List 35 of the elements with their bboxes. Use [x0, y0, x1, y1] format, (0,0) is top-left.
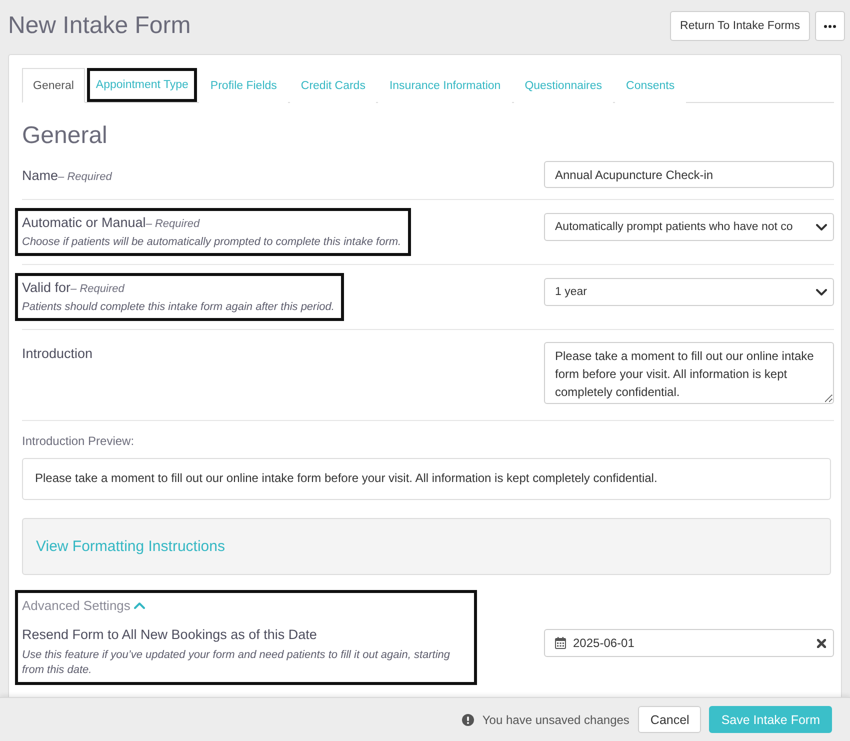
field-label: Valid for — [22, 280, 71, 295]
preview-text: Please take a moment to fill out our online intake form before your visit. All information is kept completely confidential. — [22, 458, 831, 500]
advanced-settings-toggle[interactable]: Advanced Settings — [22, 598, 146, 613]
textarea-field[interactable]: Please take a moment to fill out our online intake form before your visit. All information is kept completely confidential. — [544, 342, 834, 404]
return-button[interactable]: Return To Intake Forms — [670, 11, 810, 41]
tab[interactable]: Appointment Type — [86, 68, 198, 102]
calendar-icon — [555, 637, 566, 649]
section-title: General — [22, 121, 108, 151]
chevron-down-icon — [816, 224, 827, 230]
field-label: Introduction — [22, 346, 93, 361]
help-text: Patients should complete this intake form again after this period. — [22, 300, 334, 315]
help-text: Use this feature if you’ve updated your form and need patients to fill it out again, starting from this date. — [22, 648, 452, 678]
info-icon — [462, 714, 474, 726]
formatting-link[interactable]: View Formatting Instructions — [36, 538, 225, 555]
field-label: Name — [22, 168, 58, 183]
cancel-button[interactable]: Cancel — [638, 706, 702, 733]
date-field[interactable]: 2025-06-01 — [544, 629, 834, 657]
save-button[interactable]: Save Intake Form — [709, 706, 832, 733]
field-label: Automatic or Manual — [22, 215, 146, 230]
field-label: Resend Form to All New Bookings as of this Date — [22, 627, 318, 642]
more-button[interactable] — [815, 11, 845, 41]
unsaved-notice: You have unsaved changes — [482, 712, 630, 726]
more-icon — [824, 24, 836, 28]
tab[interactable]: General — [22, 68, 85, 103]
page-title: New Intake Form — [8, 11, 191, 41]
chevron-down-icon — [816, 288, 827, 296]
select-field[interactable]: Automatically prompt patients who have not co — [544, 213, 834, 241]
required-note: – Required — [70, 283, 124, 295]
preview-label: Introduction Preview: — [22, 434, 136, 448]
required-note: – Required — [146, 218, 200, 230]
help-text: Choose if patients will be automatically prompted to complete this intake form. — [22, 235, 402, 250]
text-field[interactable]: Annual Acupuncture Check-in — [544, 161, 834, 188]
select-field[interactable]: 1 year — [544, 278, 834, 306]
required-note: – Required — [58, 171, 112, 183]
clear-icon[interactable] — [817, 638, 826, 648]
